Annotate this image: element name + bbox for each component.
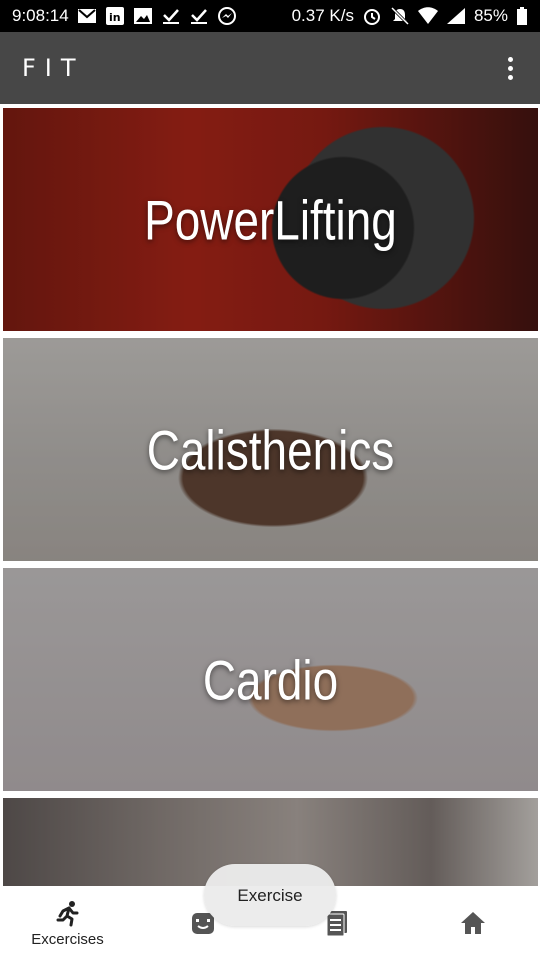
category-label: Calisthenics [146, 418, 395, 481]
status-left: 9:08:14 in [12, 6, 237, 26]
status-bar: 9:08:14 in 0.37 K/s 85% [0, 0, 540, 32]
gmail-icon [77, 7, 97, 25]
category-card-calisthenics[interactable]: Calisthenics [3, 338, 538, 561]
svg-text:in: in [109, 11, 121, 24]
network-speed: 0.37 K/s [291, 6, 354, 25]
nav-item-excercises[interactable]: Excercises [0, 886, 135, 960]
category-list: PowerLifting Calisthenics Cardio [0, 106, 540, 886]
status-right: 0.37 K/s 85% [292, 6, 528, 26]
menu-dot [507, 74, 513, 80]
app-bar: FIT [0, 32, 540, 104]
menu-dot [507, 56, 513, 62]
alarm-icon [362, 7, 382, 25]
linkedin-icon: in [105, 7, 125, 25]
signal-icon [446, 7, 466, 25]
running-icon [56, 900, 78, 926]
nav-label: Excercises [31, 930, 104, 948]
screen: 9:08:14 in 0.37 K/s 85% FIT PowerLifting… [0, 0, 540, 960]
home-icon [460, 912, 485, 934]
status-time: 9:08:14 [12, 6, 69, 25]
wifi-icon [417, 7, 438, 25]
mute-icon [390, 7, 410, 25]
download-done-icon [161, 7, 181, 25]
category-card-powerlifting[interactable]: PowerLifting [3, 108, 538, 331]
category-label: PowerLifting [144, 188, 397, 251]
category-label: Cardio [202, 648, 339, 711]
more-vert-icon[interactable] [498, 53, 522, 83]
battery-icon [516, 7, 528, 25]
battery-level: 85% [473, 6, 508, 25]
toast: Exercise [204, 864, 336, 926]
menu-dot [507, 65, 513, 71]
nav-item-home[interactable] [405, 886, 540, 960]
category-card-cardio[interactable]: Cardio [3, 568, 538, 791]
image-icon [133, 7, 153, 25]
app-title: FIT [22, 54, 85, 82]
messenger-icon [217, 7, 237, 25]
download-done-icon [189, 7, 209, 25]
